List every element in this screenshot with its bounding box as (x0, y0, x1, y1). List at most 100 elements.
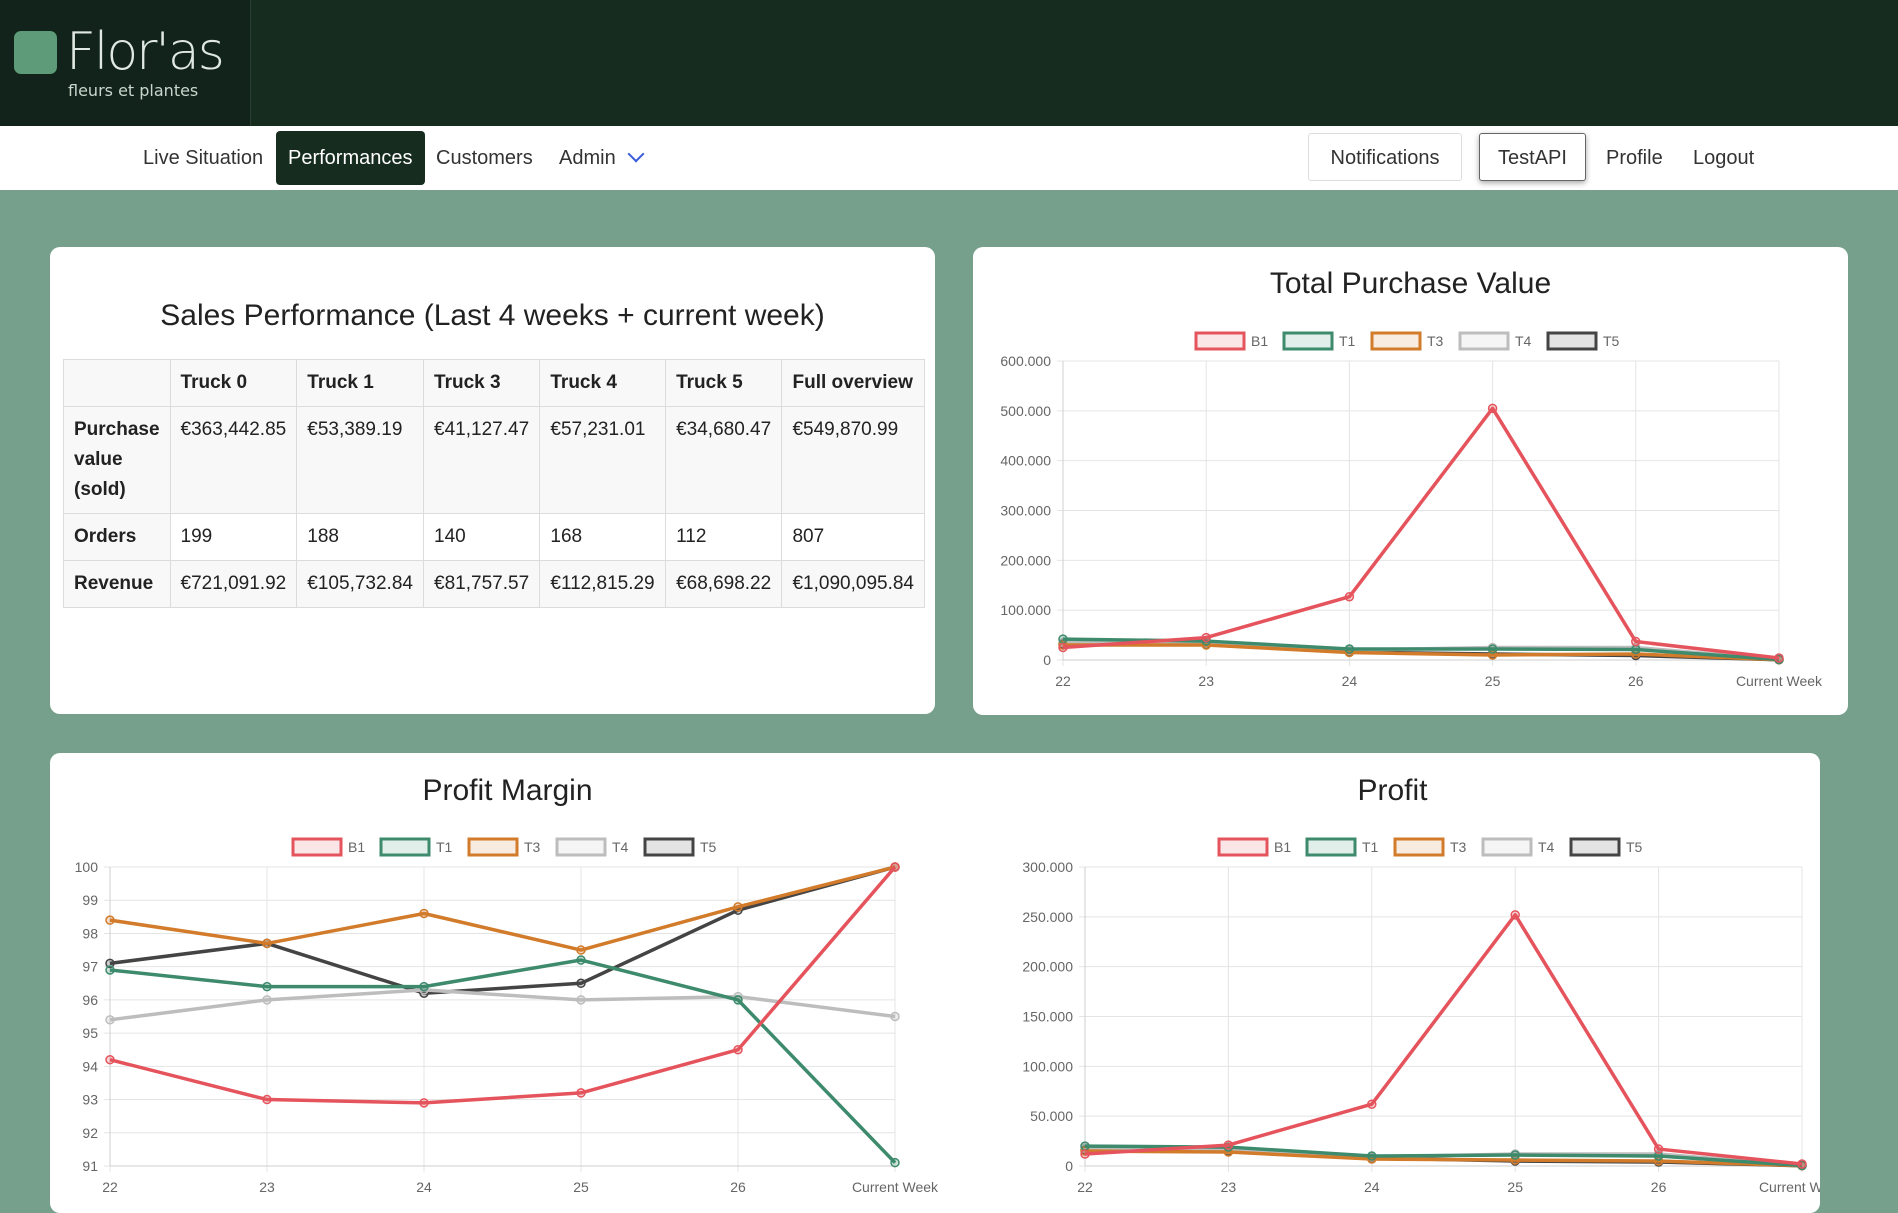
legend-label-t1[interactable]: T1 (1362, 839, 1379, 855)
data-point-t1[interactable] (890, 1157, 900, 1168)
legend-swatch-b1[interactable] (1217, 837, 1269, 857)
data-point-b1[interactable] (1797, 1159, 1807, 1169)
y-tick-label: 100 (75, 859, 99, 875)
nav-live-situation[interactable]: Live Situation (143, 126, 263, 190)
data-point-t1[interactable] (419, 981, 429, 992)
testapi-button[interactable]: TestAPI (1479, 133, 1586, 181)
legend-label-t1[interactable]: T1 (1339, 333, 1356, 349)
data-point-t1[interactable] (262, 981, 272, 992)
data-point-t4[interactable] (105, 1015, 115, 1025)
legend-swatch-b1[interactable] (291, 837, 343, 857)
data-point-t3[interactable] (262, 938, 272, 949)
nav-performances[interactable]: Performances (276, 131, 425, 185)
legend-swatch-t1[interactable] (1282, 331, 1334, 351)
y-tick-label: 250.000 (1022, 909, 1073, 925)
y-tick-label: 94 (82, 1058, 98, 1074)
data-point-b1[interactable] (1080, 1149, 1090, 1159)
navbar: Live Situation Performances Customers Ad… (0, 126, 1898, 190)
nav-admin-dropdown[interactable]: Admin (559, 126, 645, 190)
legend-swatch-t5[interactable] (643, 837, 695, 857)
legend-label-t3[interactable]: T3 (1450, 839, 1467, 855)
legend-swatch-t5[interactable] (1546, 331, 1598, 351)
data-point-t1[interactable] (576, 955, 586, 965)
x-tick-label: 23 (1198, 673, 1214, 689)
data-point-t1[interactable] (1080, 1141, 1090, 1151)
data-point-t4[interactable] (576, 995, 586, 1005)
data-point-b1[interactable] (1510, 910, 1520, 920)
legend-label-t4[interactable]: T4 (1538, 839, 1555, 855)
legend-label-t5[interactable]: T5 (1626, 839, 1643, 855)
sales-performance-table: Truck 0 Truck 1 Truck 3 Truck 4 Truck 5 … (63, 359, 925, 608)
data-point-b1[interactable] (1201, 632, 1211, 643)
nav-logout[interactable]: Logout (1693, 126, 1754, 190)
y-tick-label: 500.000 (1000, 403, 1051, 419)
data-point-b1[interactable] (1344, 591, 1355, 602)
data-point-b1[interactable] (1774, 653, 1784, 663)
data-point-t1[interactable] (105, 965, 115, 975)
legend-label-b1[interactable]: B1 (1274, 839, 1291, 855)
legend-swatch-t3[interactable] (467, 837, 519, 857)
x-tick-label: 25 (573, 1179, 589, 1195)
data-point-t3[interactable] (733, 902, 743, 912)
y-tick-label: 200.000 (1022, 959, 1073, 975)
legend-label-b1[interactable]: B1 (348, 839, 365, 855)
data-point-b1[interactable] (733, 1044, 743, 1055)
series-line-t3 (109, 865, 896, 952)
data-point-t4[interactable] (262, 995, 272, 1005)
data-point-t1[interactable] (1344, 644, 1355, 654)
data-point-t3[interactable] (419, 908, 429, 919)
legend-label-t1[interactable]: T1 (436, 839, 453, 855)
chart-legend: B1 T1 T3 T4 T5 (1217, 837, 1643, 857)
data-point-b1[interactable] (1367, 1099, 1377, 1109)
legend-swatch-t1[interactable] (379, 837, 431, 857)
data-point-b1[interactable] (262, 1094, 272, 1105)
chart-legend: B1 T1 T3 T4 T5 (1194, 331, 1620, 351)
logo[interactable]: Flor'as fleurs et plantes (0, 0, 251, 126)
data-point-t5[interactable] (576, 978, 586, 989)
data-point-t1[interactable] (733, 995, 743, 1005)
data-point-b1[interactable] (1631, 636, 1641, 647)
table-cell: 199 (169, 513, 298, 561)
data-point-t1[interactable] (1510, 1150, 1520, 1160)
legend-label-b1[interactable]: B1 (1251, 333, 1268, 349)
data-point-t1[interactable] (1058, 634, 1068, 644)
data-point-t1[interactable] (1367, 1151, 1377, 1161)
data-point-t3[interactable] (576, 945, 586, 955)
data-point-b1[interactable] (576, 1088, 586, 1098)
data-point-t4[interactable] (890, 1011, 900, 1022)
legend-label-t4[interactable]: T4 (612, 839, 629, 855)
legend-label-t3[interactable]: T3 (524, 839, 541, 855)
legend-label-t5[interactable]: T5 (1603, 333, 1620, 349)
legend-swatch-t4[interactable] (555, 837, 607, 857)
x-tick-label: Current Week (1736, 673, 1823, 689)
legend-swatch-t5[interactable] (1569, 837, 1621, 857)
legend-swatch-b1[interactable] (1194, 331, 1246, 351)
data-point-b1[interactable] (1058, 642, 1068, 653)
legend-swatch-t4[interactable] (1458, 331, 1510, 351)
data-point-b1[interactable] (1223, 1140, 1234, 1150)
legend-swatch-t3[interactable] (1393, 837, 1445, 857)
notifications-button[interactable]: Notifications (1308, 133, 1462, 181)
legend-label-t5[interactable]: T5 (700, 839, 717, 855)
y-tick-label: 300.000 (1000, 503, 1051, 519)
data-point-b1[interactable] (890, 862, 900, 872)
data-point-t1[interactable] (1631, 644, 1641, 655)
legend-label-t4[interactable]: T4 (1515, 333, 1532, 349)
table-cell: 112 (665, 513, 783, 561)
logo-name: Flor'as (66, 22, 225, 82)
x-tick-label: 24 (416, 1179, 432, 1195)
x-tick-label: Current Week (852, 1179, 939, 1195)
data-point-t1[interactable] (1487, 644, 1498, 654)
legend-swatch-t4[interactable] (1481, 837, 1533, 857)
data-point-b1[interactable] (1487, 403, 1498, 414)
table-cell: €721,091.92 (169, 560, 298, 608)
data-point-b1[interactable] (1653, 1144, 1664, 1154)
data-point-b1[interactable] (105, 1054, 115, 1065)
nav-customers[interactable]: Customers (436, 126, 533, 190)
data-point-t3[interactable] (105, 915, 115, 925)
nav-profile[interactable]: Profile (1606, 126, 1663, 190)
legend-label-t3[interactable]: T3 (1427, 333, 1444, 349)
data-point-b1[interactable] (419, 1098, 429, 1108)
legend-swatch-t1[interactable] (1305, 837, 1357, 857)
legend-swatch-t3[interactable] (1370, 331, 1422, 351)
